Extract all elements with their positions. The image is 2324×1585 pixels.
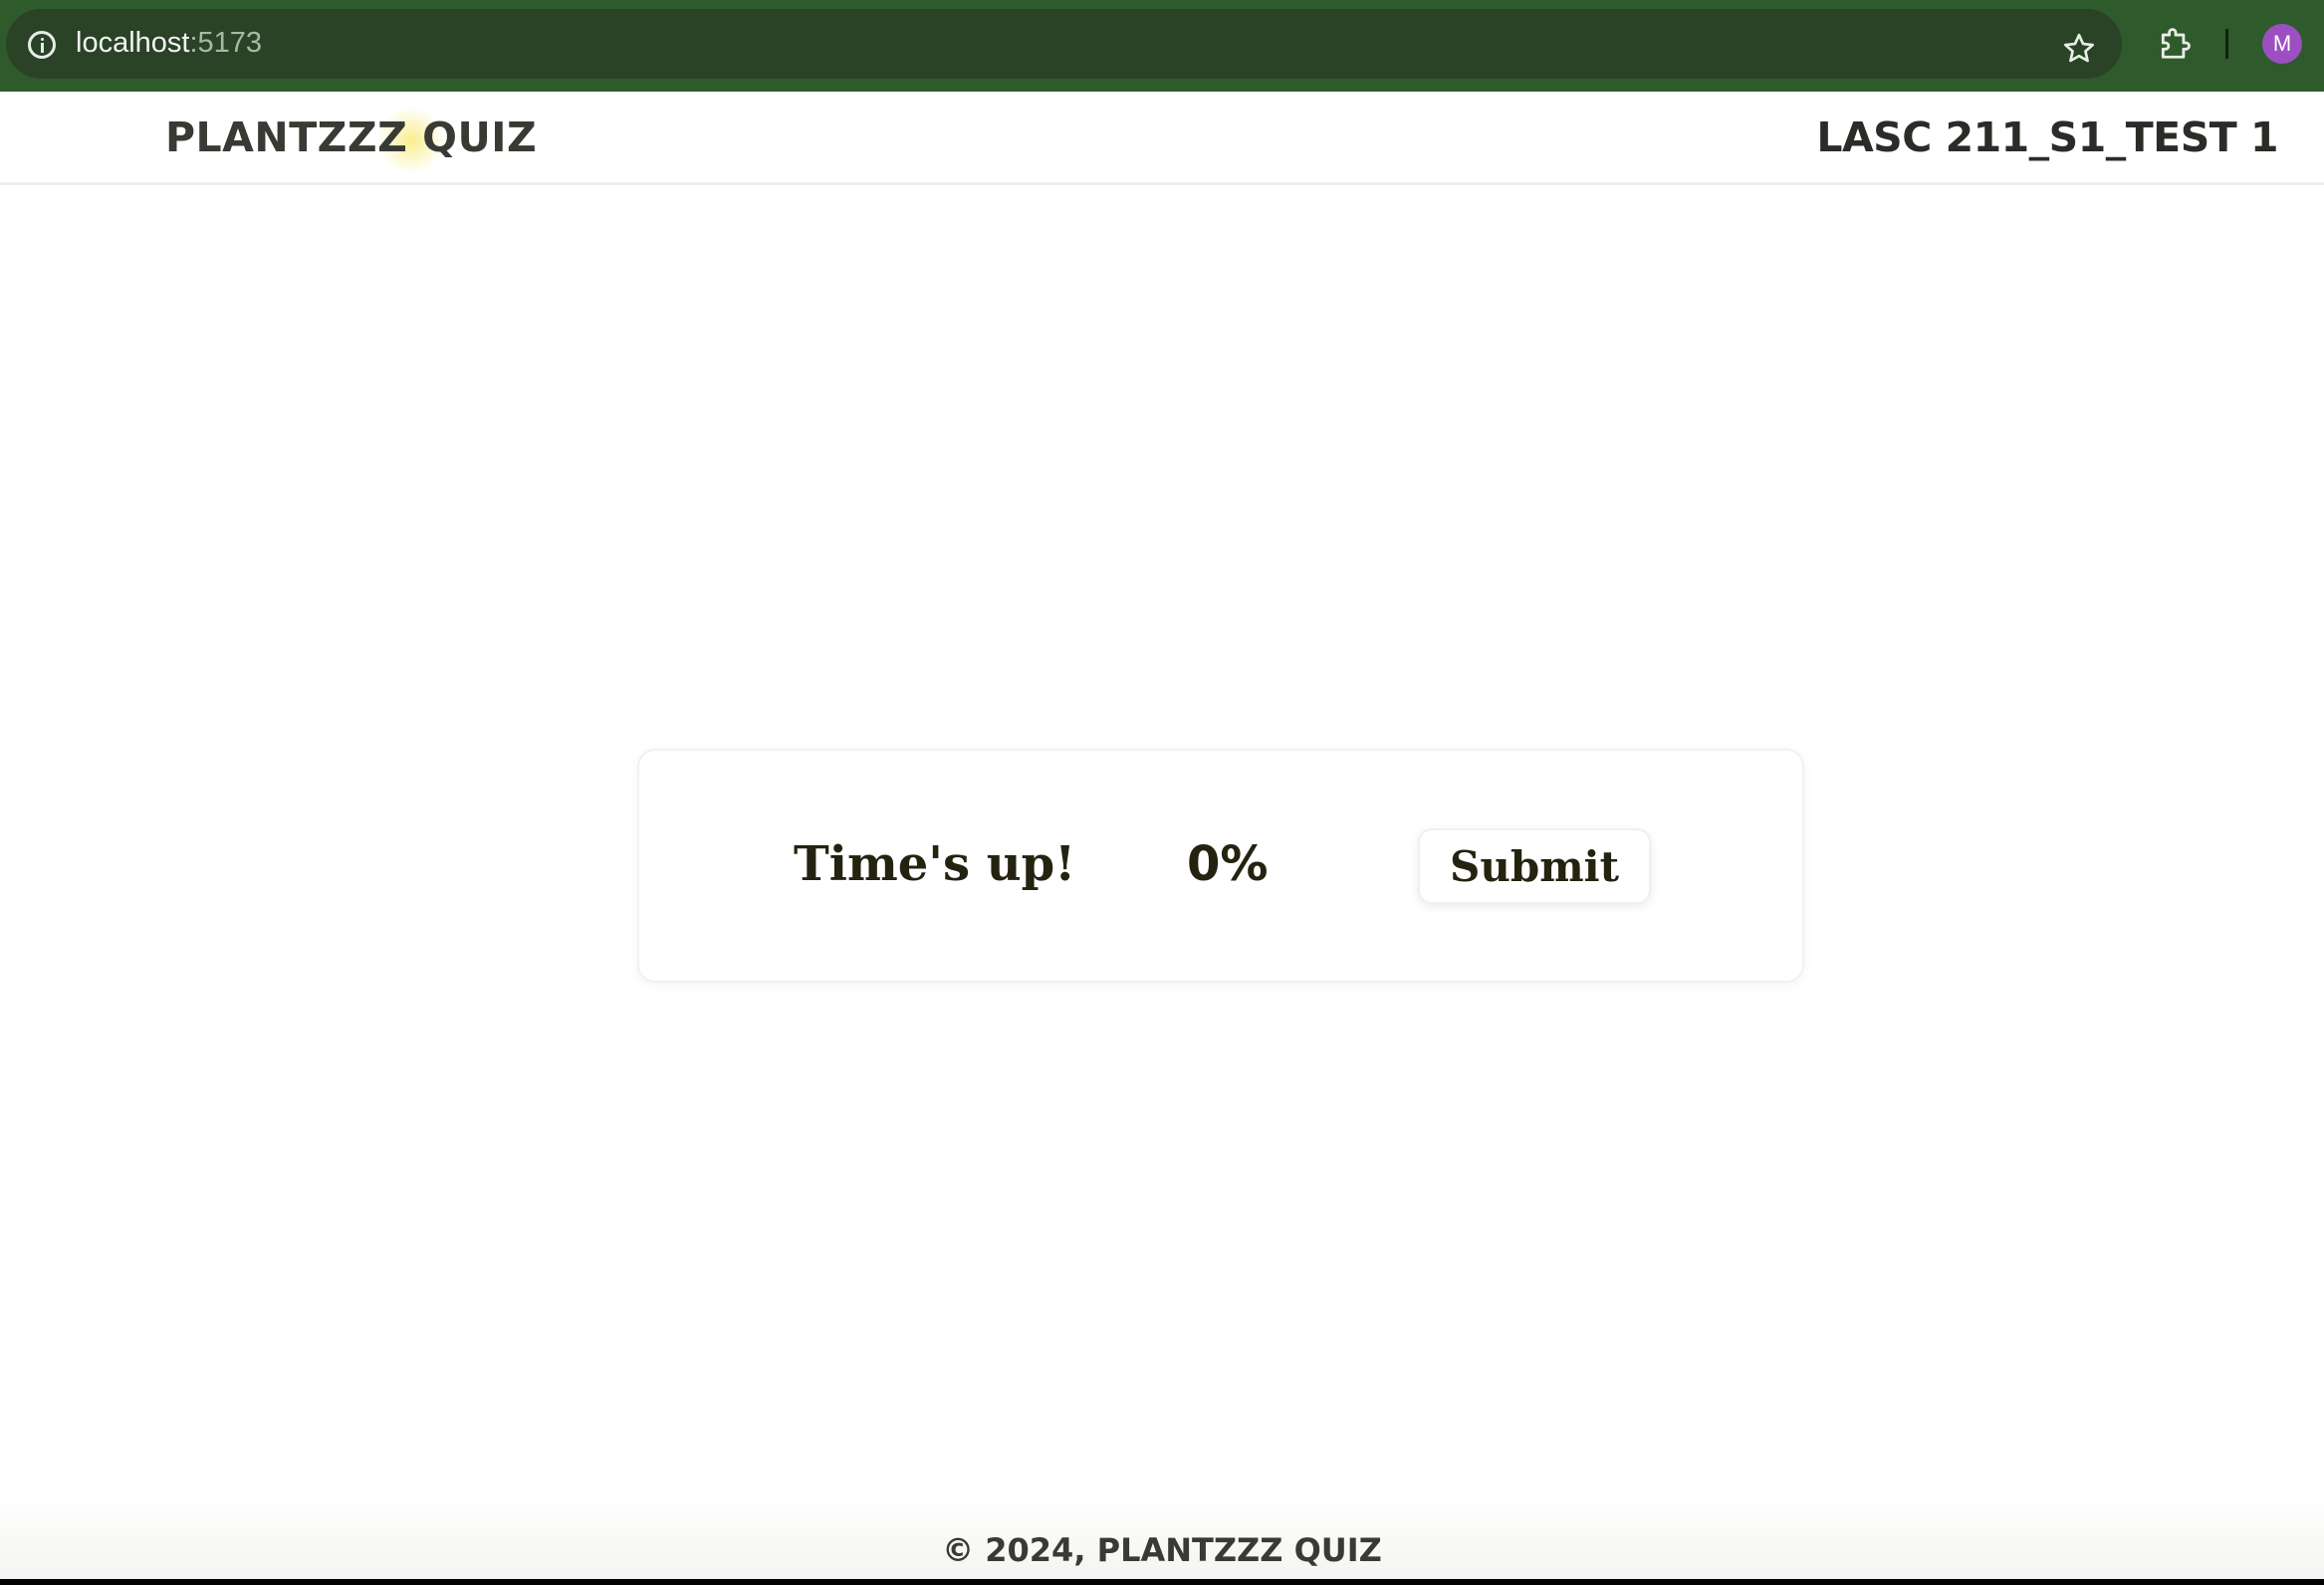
toolbar-divider — [2225, 29, 2228, 59]
profile-avatar[interactable]: M — [2262, 24, 2302, 64]
star-icon[interactable] — [2061, 31, 2097, 67]
info-icon[interactable] — [28, 31, 56, 59]
score-value: 0% — [1187, 836, 1269, 892]
url-port: :5173 — [189, 27, 263, 59]
url-text[interactable]: localhost:5173 — [76, 27, 262, 60]
result-card: Time's up! 0% Submit — [637, 749, 1804, 983]
address-bar[interactable]: localhost:5173 — [6, 9, 2122, 79]
app-footer: © 2024, PLANTZZZ QUIZ — [0, 1493, 2324, 1579]
times-up-message: Time's up! — [794, 836, 1076, 892]
window-bottom-edge — [0, 1579, 2324, 1585]
submit-button[interactable]: Submit — [1418, 828, 1651, 904]
url-host: localhost — [76, 27, 190, 59]
app-header: PLANTZZZ QUIZ LASC 211_S1_TEST 1 — [0, 92, 2324, 185]
brand-logo[interactable]: PLANTZZZ QUIZ — [165, 113, 537, 161]
browser-toolbar: localhost:5173 M — [0, 0, 2324, 92]
copyright-text: © 2024, PLANTZZZ QUIZ — [942, 1531, 1382, 1569]
puzzle-icon[interactable] — [2157, 24, 2195, 62]
test-title: LASC 211_S1_TEST 1 — [1816, 113, 2278, 161]
